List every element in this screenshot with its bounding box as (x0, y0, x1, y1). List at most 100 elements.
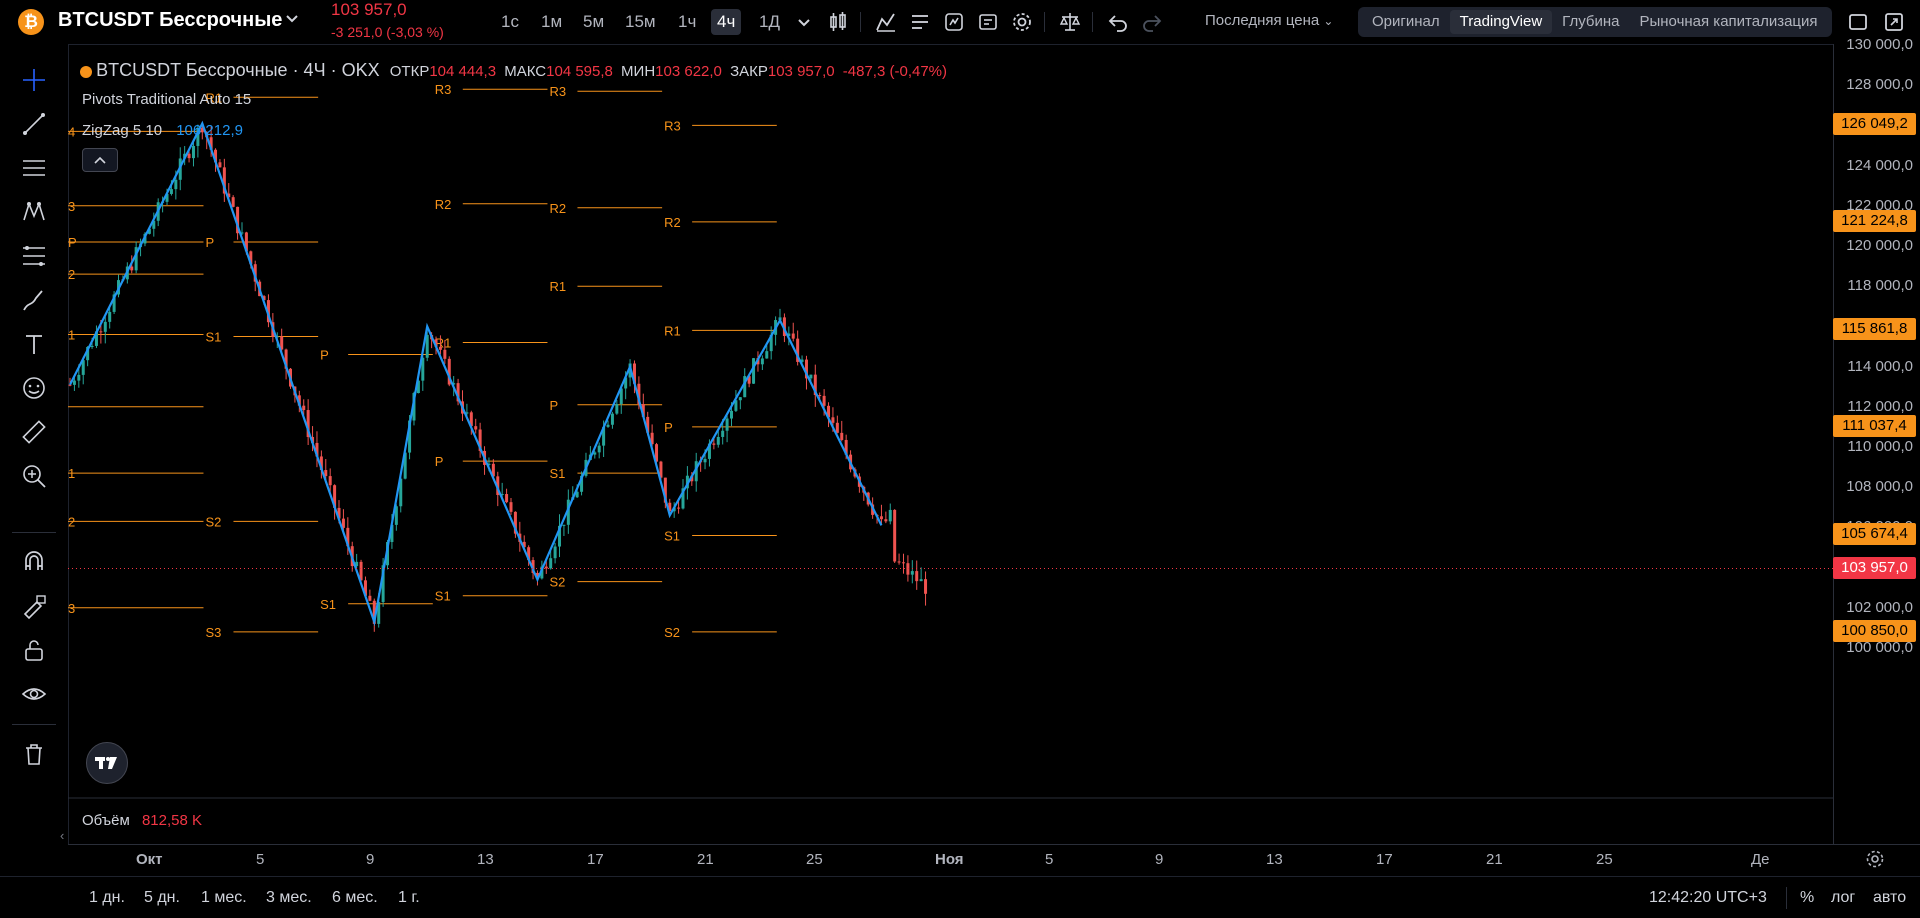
candle-body (443, 349, 447, 359)
candle-body (835, 422, 839, 433)
range-1d[interactable]: 1 дн. (89, 889, 125, 907)
legend-title[interactable]: BTCUSDT Бессрочные · 4Ч · OKX (96, 60, 379, 80)
gear-icon[interactable] (1010, 10, 1034, 34)
ohlc-legend: BTCUSDT Бессрочные · 4Ч · OKX ОТКР104 44… (80, 60, 947, 81)
auto-toggle[interactable]: авто (1873, 889, 1906, 907)
symbol-selector[interactable]: BTCUSDT Бессрочные (58, 9, 282, 32)
lock-draw-icon[interactable] (20, 592, 48, 620)
crosshair-icon[interactable] (20, 66, 48, 94)
time-axis[interactable]: Окт 5 9 13 17 21 25 Ноя 5 9 13 17 21 25 Де (68, 844, 1920, 875)
zoom-icon[interactable] (20, 462, 48, 490)
divider (860, 12, 861, 32)
range-1y[interactable]: 1 г. (398, 889, 420, 907)
redo-icon[interactable] (1140, 10, 1164, 34)
trash-icon[interactable] (20, 740, 48, 768)
range-5d[interactable]: 5 дн. (144, 889, 180, 907)
time-tick: 17 (587, 851, 604, 868)
top-toolbar: ₿ BTCUSDT Бессрочные 103 957,0 -3 251,0 … (0, 0, 1920, 45)
timeframe-5m[interactable]: 5м (577, 9, 610, 35)
candle-body (610, 413, 614, 425)
range-6m[interactable]: 6 мес. (332, 889, 378, 907)
timeframe-15m[interactable]: 15м (619, 9, 662, 35)
price-axis[interactable]: 130 000,0128 000,0126 000,0124 000,0122 … (1833, 36, 1920, 844)
volume-legend[interactable]: Объём 812,58 K (82, 812, 202, 829)
pattern-icon[interactable] (20, 198, 48, 226)
chevron-left-icon[interactable]: ‹ (60, 828, 64, 843)
pivot-price-badge: 111 037,4 (1833, 415, 1916, 438)
horizontal-lines-icon[interactable] (20, 154, 48, 182)
tab-depth[interactable]: Глубина (1552, 10, 1629, 34)
tradingview-logo[interactable] (86, 742, 128, 784)
candle-body (505, 494, 509, 503)
chevron-down-icon[interactable] (285, 12, 299, 26)
candle-body (901, 562, 905, 564)
price-chart[interactable]: 43P21123R1PS1S2S3PS1R3R2R1PS1R3R2R1PS1S2… (68, 44, 1833, 844)
pivot-label: 3 (68, 601, 75, 616)
eye-icon[interactable] (20, 680, 48, 708)
ruler-icon[interactable] (20, 418, 48, 446)
fullscreen-icon[interactable] (1882, 10, 1906, 34)
pivots-indicator-label[interactable]: Pivots Traditional Auto 15 (82, 91, 251, 108)
magnet-icon[interactable] (20, 548, 48, 576)
timeframe-4h[interactable]: 4ч (711, 9, 742, 35)
fib-icon[interactable] (20, 242, 48, 270)
candle-body (721, 430, 725, 437)
layout-icon[interactable] (1846, 10, 1870, 34)
chevron-down-icon[interactable] (792, 10, 816, 34)
volume-value: 812,58 K (141, 812, 203, 829)
tab-market-cap[interactable]: Рыночная капитализация (1629, 10, 1827, 34)
timeframe-1d[interactable]: 1Д (753, 9, 786, 35)
pivot-label: R2 (664, 215, 681, 230)
candle-body (879, 516, 883, 520)
zigzag-indicator-label[interactable]: ZigZag 5 10 106 212,9 (82, 122, 243, 139)
alert-icon[interactable] (976, 10, 1000, 34)
lock-icon[interactable] (20, 636, 48, 664)
pivot-label: S1 (549, 466, 565, 481)
pivot-label: S1 (435, 589, 451, 604)
price-source-select[interactable]: Последняя цена ⌄ (1205, 12, 1333, 29)
candle-body (90, 345, 94, 348)
candle-body (738, 397, 742, 401)
divider (12, 724, 56, 725)
percent-toggle[interactable]: % (1800, 889, 1814, 907)
tab-original[interactable]: Оригинал (1362, 10, 1450, 34)
timeframe-1s[interactable]: 1с (495, 9, 525, 35)
emoji-icon[interactable] (20, 374, 48, 402)
pivot-label: 1 (68, 466, 75, 481)
trend-line-icon[interactable] (20, 110, 48, 138)
divider (12, 532, 56, 533)
pivot-price-badge: 126 049,2 (1833, 113, 1916, 136)
scales-icon[interactable] (1058, 10, 1082, 34)
range-3m[interactable]: 3 мес. (266, 889, 312, 907)
collapse-legend-button[interactable] (82, 148, 118, 172)
pivot-label: S1 (205, 329, 221, 344)
pivot-label: P (549, 398, 558, 413)
settings-gear-icon[interactable] (1864, 848, 1886, 870)
candle-body (924, 579, 928, 594)
candle-body (606, 424, 610, 427)
price-tick: 130 000,0 (1846, 36, 1913, 53)
time-tick: 5 (256, 851, 265, 868)
zigzag-line (69, 120, 883, 627)
tab-tradingview[interactable]: TradingView (1449, 10, 1553, 34)
text-icon[interactable] (20, 330, 48, 358)
candle-body (716, 436, 720, 445)
price-tick: 110 000,0 (1847, 438, 1913, 455)
time-tick: Де (1751, 851, 1770, 868)
list-settings-icon[interactable] (908, 10, 932, 34)
timeframe-1m[interactable]: 1м (535, 9, 568, 35)
candle-body (915, 571, 919, 582)
candle-body (893, 509, 897, 562)
candles-icon[interactable] (826, 10, 850, 34)
brush-icon[interactable] (20, 286, 48, 314)
timeframe-1h[interactable]: 1ч (672, 9, 702, 35)
clock[interactable]: 12:42:20 UTC+3 (1649, 889, 1767, 907)
indicators-icon[interactable] (874, 10, 898, 34)
templates-icon[interactable] (942, 10, 966, 34)
volume-label: Объём (82, 812, 130, 829)
price-tick: 118 000,0 (1847, 277, 1913, 295)
log-toggle[interactable]: лог (1831, 889, 1855, 907)
range-1m[interactable]: 1 мес. (201, 889, 247, 907)
undo-icon[interactable] (1106, 10, 1130, 34)
candle-body (72, 380, 76, 385)
